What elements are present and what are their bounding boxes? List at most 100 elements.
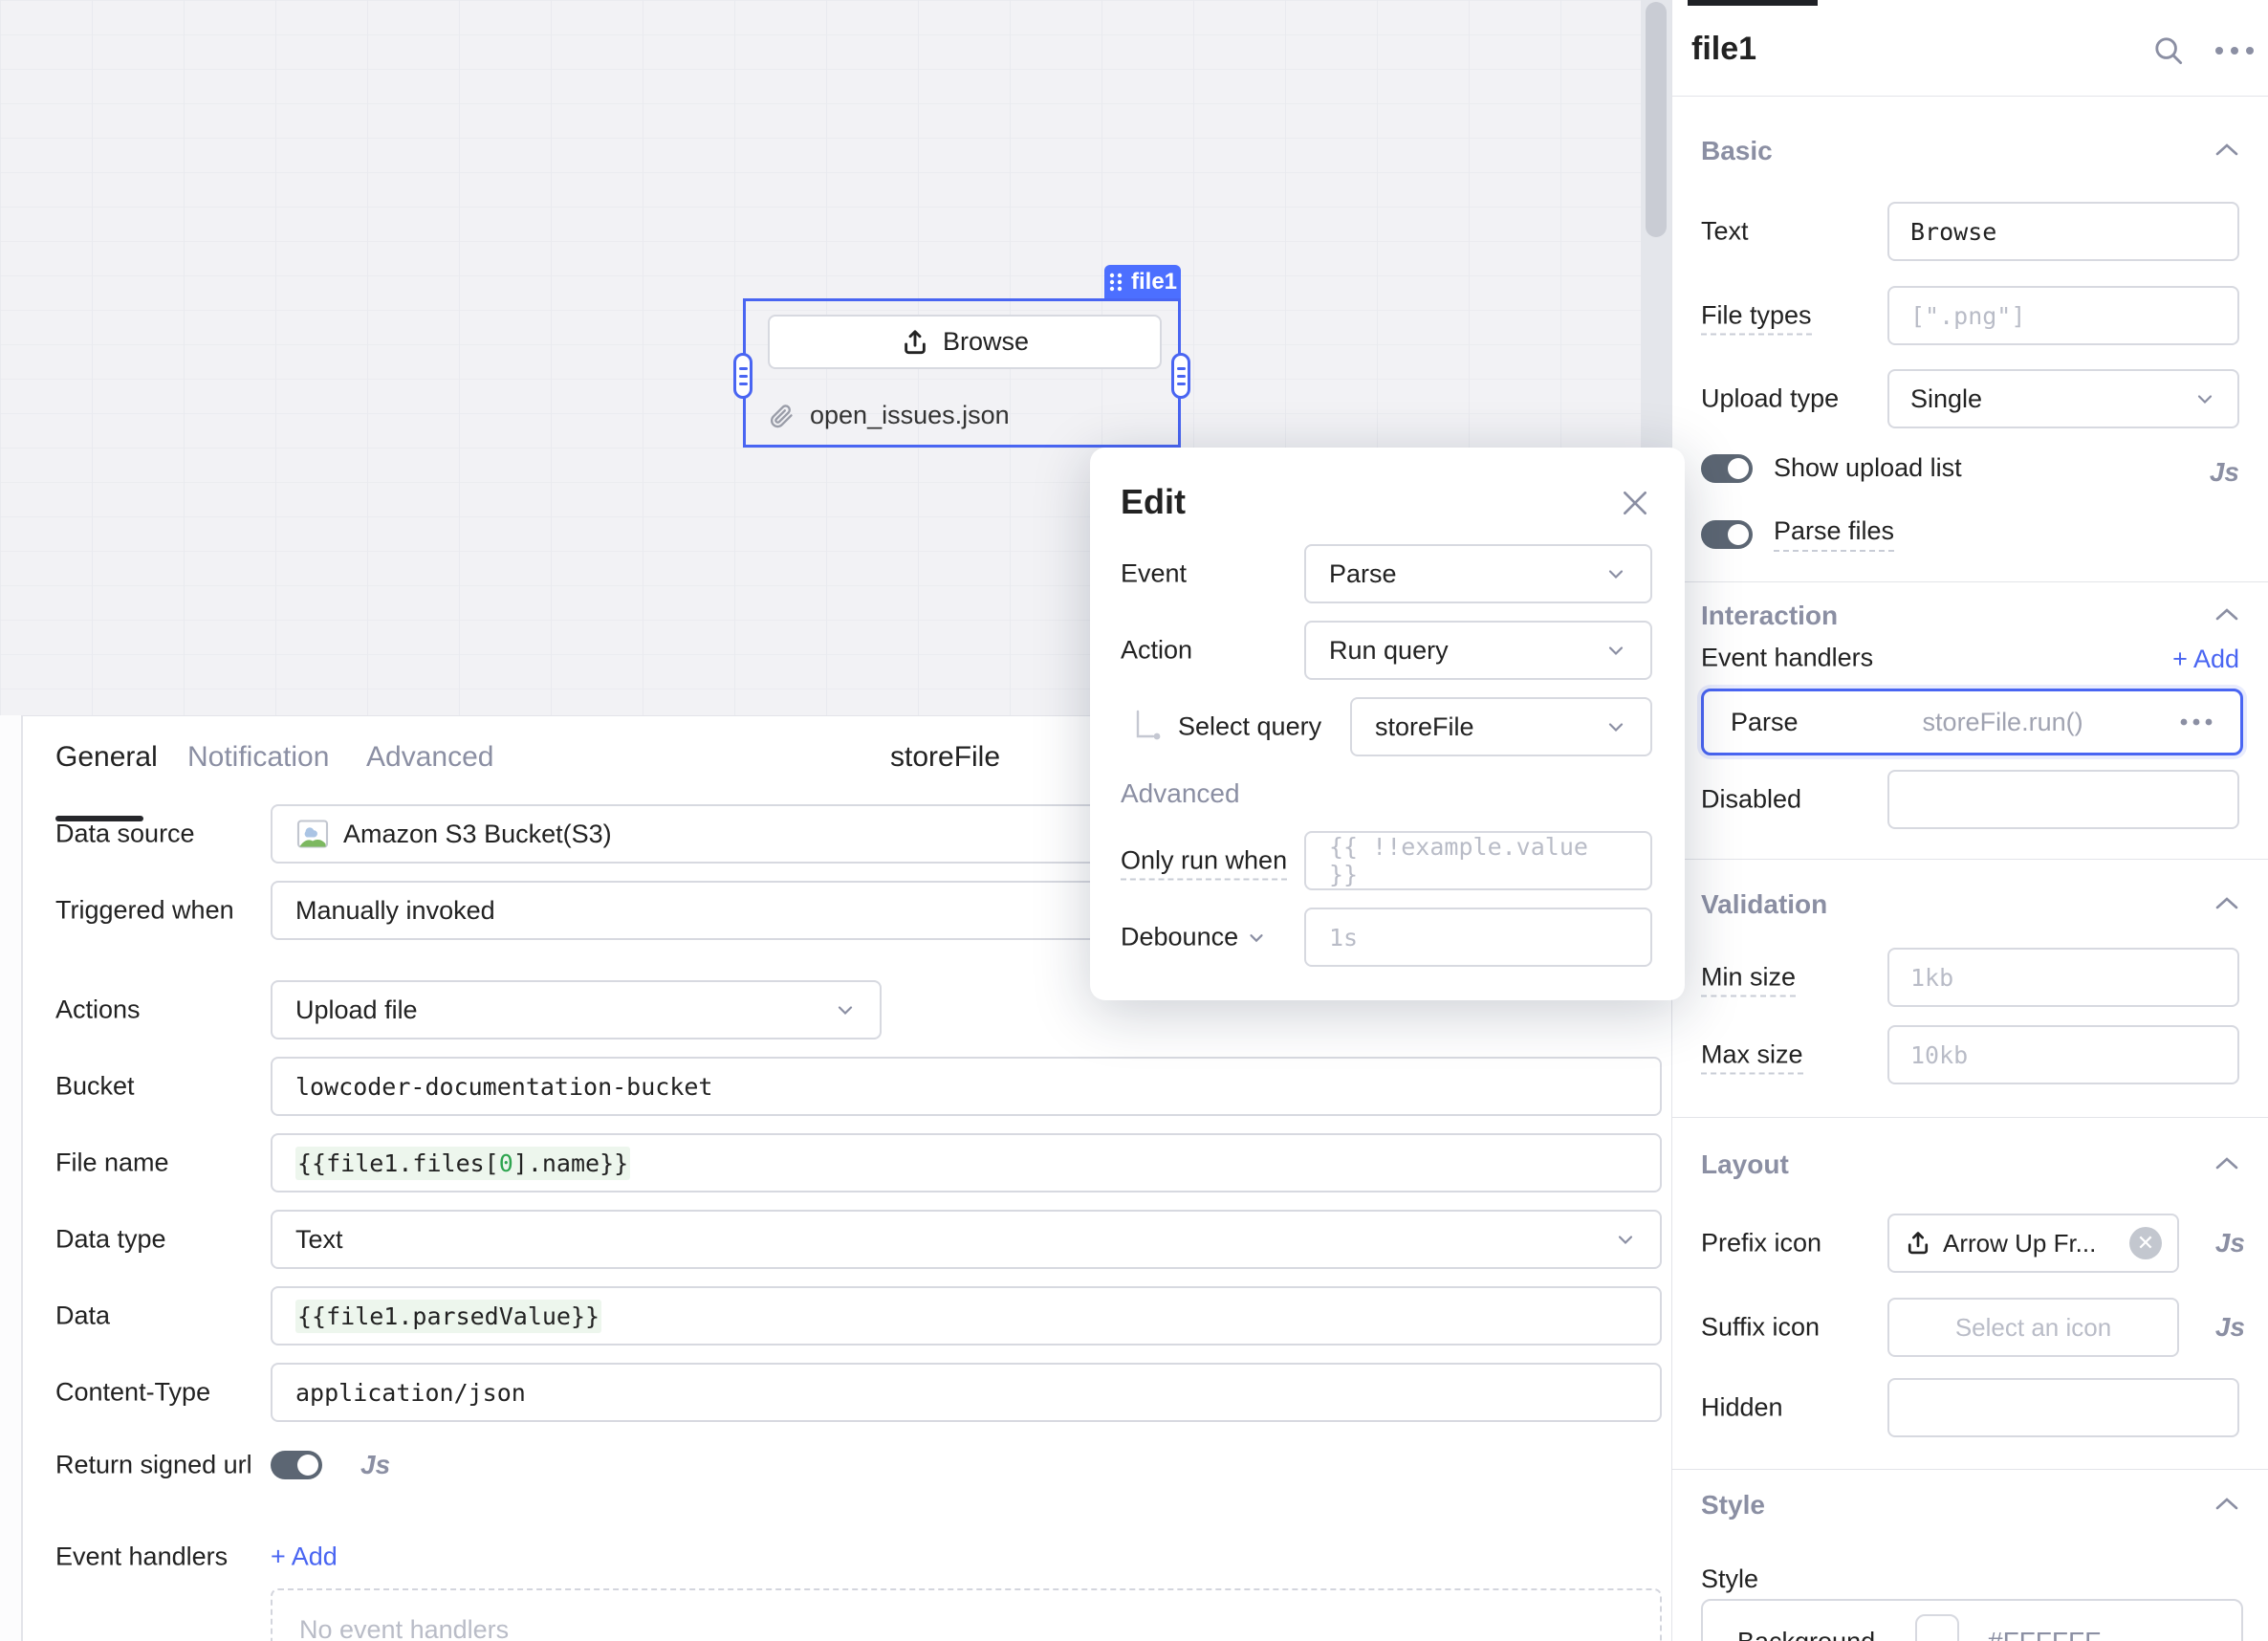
actions-label: Actions (55, 996, 141, 1025)
js-toggle-icon[interactable]: Js (2210, 457, 2239, 488)
prefix-icon-select[interactable]: Arrow Up Fr... ✕ (1887, 1214, 2179, 1273)
event-label: Event (1121, 559, 1187, 589)
collapse-chevron-icon[interactable] (2214, 606, 2239, 624)
modal-advanced-label: Advanced (1121, 778, 1240, 809)
resize-handle-right[interactable] (1171, 353, 1190, 399)
suffix-icon-select[interactable]: Select an icon (1887, 1298, 2179, 1357)
more-options-icon[interactable] (2213, 42, 2256, 59)
query-list-collapsed-strip (0, 715, 23, 1641)
add-event-handler-button[interactable]: + Add (2172, 645, 2239, 674)
background-color-swatch[interactable] (1915, 1614, 1959, 1641)
search-icon[interactable] (2150, 33, 2187, 69)
prefix-icon-label: Prefix icon (1701, 1229, 1821, 1258)
upload-type-select[interactable]: Single (1887, 369, 2239, 428)
lowcoder-editor: file1 Browse open_issues.json General (0, 0, 2268, 1641)
disabled-input[interactable] (1887, 770, 2239, 829)
content-type-label: Content-Type (55, 1378, 210, 1408)
select-query-select[interactable]: storeFile (1350, 697, 1652, 756)
sub-item-branch-icon (1132, 710, 1165, 744)
file-types-input[interactable]: [".png"] (1887, 286, 2239, 345)
return-signed-url-toggle[interactable] (271, 1451, 322, 1479)
style-properties-card: Background #FFFFFF (1701, 1599, 2243, 1641)
handler-more-icon[interactable] (2179, 716, 2213, 728)
js-toggle-icon[interactable]: Js (2215, 1228, 2245, 1258)
canvas-scrollbar-thumb[interactable] (1646, 2, 1667, 237)
parse-files-toggle[interactable] (1701, 520, 1753, 549)
add-event-handler-button[interactable]: + Add (271, 1543, 338, 1572)
section-header-validation[interactable]: Validation (1701, 889, 1827, 920)
data-label: Data (55, 1302, 110, 1331)
collapse-chevron-icon[interactable] (2214, 895, 2239, 912)
data-value: {{file1.parsedValue}} (295, 1300, 601, 1333)
suffix-icon-label: Suffix icon (1701, 1313, 1820, 1343)
drag-handle-icon[interactable] (1108, 271, 1123, 294)
show-upload-list-toggle[interactable] (1701, 454, 1753, 483)
browse-button[interactable]: Browse (768, 315, 1162, 369)
action-select[interactable]: Run query (1304, 621, 1652, 680)
select-query-label: Select query (1178, 712, 1321, 742)
paperclip-icon (768, 403, 795, 429)
collapse-chevron-icon[interactable] (2214, 1155, 2239, 1172)
section-header-style[interactable]: Style (1701, 1490, 1765, 1521)
tab-advanced[interactable]: Advanced (366, 741, 493, 774)
uploaded-file-name: open_issues.json (810, 401, 1010, 430)
uploaded-file-item[interactable]: open_issues.json (768, 401, 1010, 430)
hidden-label: Hidden (1701, 1393, 1783, 1423)
select-query-value: storeFile (1375, 712, 1474, 742)
data-input[interactable]: {{file1.parsedValue}} (271, 1286, 1662, 1346)
data-type-select[interactable]: Text (271, 1210, 1662, 1269)
max-size-placeholder: 10kb (1910, 1041, 1968, 1069)
upload-type-label: Upload type (1701, 384, 1839, 414)
tab-notification[interactable]: Notification (187, 741, 329, 774)
divider (1672, 859, 2268, 860)
event-handlers-label: Event handlers (55, 1543, 228, 1572)
component-name-title[interactable]: file1 (1691, 31, 1756, 68)
only-run-when-input[interactable]: {{ !!example.value }} (1304, 831, 1652, 890)
text-input[interactable]: Browse (1887, 202, 2239, 261)
file-types-label: File types (1701, 301, 1812, 331)
data-type-value: Text (295, 1225, 343, 1255)
bucket-input[interactable]: lowcoder-documentation-bucket (271, 1057, 1662, 1116)
prefix-icon-value: Arrow Up Fr... (1943, 1229, 2096, 1258)
action-label: Action (1121, 636, 1192, 666)
only-run-when-placeholder: {{ !!example.value }} (1329, 833, 1627, 888)
no-event-handlers-text: No event handlers (299, 1615, 509, 1641)
chevron-down-icon (834, 998, 857, 1021)
return-signed-url-label: Return signed url (55, 1451, 252, 1480)
parse-files-row: Parse files (1701, 516, 1894, 552)
event-handlers-row: Event handlers + Add (23, 1527, 1671, 1586)
no-event-handlers-box: No event handlers (271, 1588, 1662, 1641)
section-header-interaction[interactable]: Interaction (1701, 601, 1838, 631)
file-upload-widget[interactable]: Browse open_issues.json (743, 298, 1181, 448)
file-name-input[interactable]: {{file1.files[0].name}} (271, 1133, 1662, 1192)
show-upload-list-label: Show upload list (1774, 453, 1962, 483)
debounce-input[interactable]: 1s (1304, 908, 1652, 967)
hidden-input[interactable] (1887, 1378, 2239, 1437)
style-label: Style (1701, 1564, 1758, 1594)
collapse-chevron-icon[interactable] (2214, 1496, 2239, 1513)
js-toggle-icon[interactable]: Js (2215, 1312, 2245, 1343)
js-toggle-icon[interactable]: Js (360, 1450, 390, 1480)
min-size-placeholder: 1kb (1910, 964, 1953, 992)
collapse-chevron-icon[interactable] (2214, 142, 2239, 159)
handler-action: storeFile.run() (1923, 708, 2083, 737)
close-icon[interactable] (1620, 488, 1650, 518)
content-type-input[interactable]: application/json (271, 1363, 1662, 1422)
tab-general[interactable]: General (55, 741, 158, 774)
bucket-label: Bucket (55, 1072, 135, 1102)
event-handlers-label: Event handlers (1701, 644, 1873, 673)
event-handler-item[interactable]: Parse storeFile.run() (1701, 689, 2243, 755)
section-header-layout[interactable]: Layout (1701, 1149, 1789, 1180)
chevron-down-icon[interactable] (1246, 927, 1267, 948)
actions-select[interactable]: Upload file (271, 980, 882, 1039)
background-color-value[interactable]: #FFFFFF (1988, 1627, 2101, 1641)
min-size-input[interactable]: 1kb (1887, 948, 2239, 1007)
remove-icon-button[interactable]: ✕ (2129, 1227, 2162, 1259)
event-select[interactable]: Parse (1304, 544, 1652, 603)
debounce-label: Debounce (1121, 923, 1267, 952)
section-header-basic[interactable]: Basic (1701, 136, 1773, 166)
widget-selection-tag[interactable]: file1 (1104, 265, 1181, 298)
upload-icon (901, 328, 929, 357)
resize-handle-left[interactable] (733, 353, 752, 399)
max-size-input[interactable]: 10kb (1887, 1025, 2239, 1084)
